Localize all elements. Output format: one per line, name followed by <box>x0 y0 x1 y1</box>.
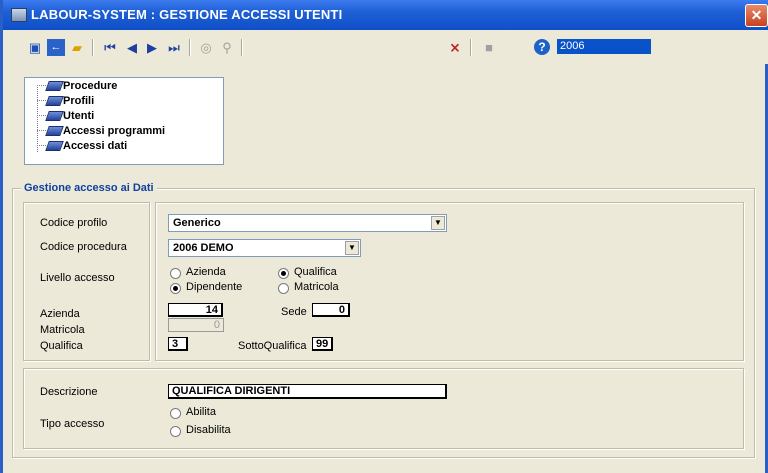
radio-qualifica-label: Qualifica <box>294 266 337 278</box>
group-title: Gestione accesso ai Dati <box>21 182 157 194</box>
radio-dipendente[interactable] <box>170 283 181 294</box>
matricola-label: Matricola <box>40 324 85 336</box>
radio-abilita-label: Abilita <box>186 406 216 418</box>
app-icon <box>11 8 27 22</box>
tree-connector <box>37 85 46 86</box>
codice-profilo-value: Generico <box>173 217 221 229</box>
codice-procedura-label: Codice procedura <box>40 241 127 253</box>
tree-connector <box>37 85 38 152</box>
toolbar-separator <box>241 39 243 56</box>
chevron-down-icon[interactable]: ▼ <box>345 241 359 255</box>
radio-qualifica[interactable] <box>278 268 289 279</box>
book-icon <box>45 141 64 151</box>
radio-disabilita[interactable] <box>170 426 181 437</box>
close-button[interactable]: ✕ <box>745 4 768 27</box>
book-icon <box>45 111 64 121</box>
save-icon[interactable]: ▣ <box>26 39 44 56</box>
qualifica-label: Qualifica <box>40 340 83 352</box>
tree-connector <box>37 115 46 116</box>
main-window: LABOUR-SYSTEM : GESTIONE ACCESSI UTENTI … <box>0 0 768 473</box>
navigation-tree: Procedure Profili Utenti Accessi program… <box>24 77 224 165</box>
book-icon <box>45 81 64 91</box>
sede-label: Sede <box>281 306 307 318</box>
tree-item-accessi-dati[interactable]: Accessi dati <box>63 139 127 153</box>
descrizione-label: Descrizione <box>40 386 98 398</box>
sede-field[interactable]: 0 <box>312 303 350 317</box>
radio-dipendente-label: Dipendente <box>186 281 243 293</box>
tree-item-accessi-programmi[interactable]: Accessi programmi <box>63 124 165 138</box>
sottoqualifica-field[interactable]: 99 <box>312 337 333 351</box>
book-icon <box>45 126 64 136</box>
stop-icon[interactable]: ■ <box>480 39 498 56</box>
radio-abilita[interactable] <box>170 408 181 419</box>
book-icon <box>45 96 64 106</box>
toolbar-separator <box>92 39 94 56</box>
window-title: LABOUR-SYSTEM : GESTIONE ACCESSI UTENTI <box>31 7 343 22</box>
year-display: 2006 <box>557 39 651 54</box>
radio-azienda-label: Azienda <box>186 266 226 278</box>
toolbar-separator <box>470 39 472 56</box>
description-panel <box>23 368 744 449</box>
help-icon[interactable]: ? <box>534 39 550 55</box>
tipo-accesso-label: Tipo accesso <box>40 418 105 430</box>
delete-icon[interactable]: ⨯ <box>446 39 464 56</box>
binoculars-icon[interactable]: ◎ <box>197 39 215 56</box>
azienda-field[interactable]: 14 <box>168 303 223 317</box>
radio-azienda[interactable] <box>170 268 181 279</box>
codice-profilo-label: Codice profilo <box>40 217 108 229</box>
toolbar: ▣ ← ▰ ⏮ ◀ ▶ ⏭ ◎ ⚲ ⨯ ■ ? 2006 <box>6 30 768 64</box>
chevron-down-icon[interactable]: ▼ <box>431 216 445 230</box>
tree-item-profili[interactable]: Profili <box>63 94 94 108</box>
matricola-field[interactable]: 0 <box>168 318 224 332</box>
radio-disabilita-label: Disabilita <box>186 424 231 436</box>
open-folder-icon[interactable]: ▰ <box>68 39 86 56</box>
tree-connector <box>37 145 46 146</box>
sottoqualifica-label: SottoQualifica <box>238 340 307 352</box>
title-bar[interactable]: LABOUR-SYSTEM : GESTIONE ACCESSI UTENTI … <box>3 0 768 30</box>
qualifica-field[interactable]: 3 <box>168 337 188 351</box>
codice-profilo-select[interactable]: Generico ▼ <box>168 214 447 232</box>
descrizione-field[interactable]: QUALIFICA DIRIGENTI <box>168 384 447 399</box>
tree-connector <box>37 130 46 131</box>
tree-item-procedure[interactable]: Procedure <box>63 79 117 93</box>
next-record-icon[interactable]: ▶ <box>143 39 161 56</box>
codice-procedura-select[interactable]: 2006 DEMO ▼ <box>168 239 361 257</box>
last-record-icon[interactable]: ⏭ <box>165 39 183 56</box>
tree-item-utenti[interactable]: Utenti <box>63 109 94 123</box>
tree-connector <box>37 100 46 101</box>
previous-record-icon[interactable]: ◀ <box>123 39 141 56</box>
back-icon[interactable]: ← <box>47 39 65 56</box>
radio-matricola[interactable] <box>278 283 289 294</box>
search-icon[interactable]: ⚲ <box>218 39 236 56</box>
azienda-label: Azienda <box>40 308 80 320</box>
livello-accesso-label: Livello accesso <box>40 272 115 284</box>
radio-matricola-label: Matricola <box>294 281 339 293</box>
toolbar-separator <box>189 39 191 56</box>
codice-procedura-value: 2006 DEMO <box>173 242 234 254</box>
first-record-icon[interactable]: ⏮ <box>101 39 119 56</box>
